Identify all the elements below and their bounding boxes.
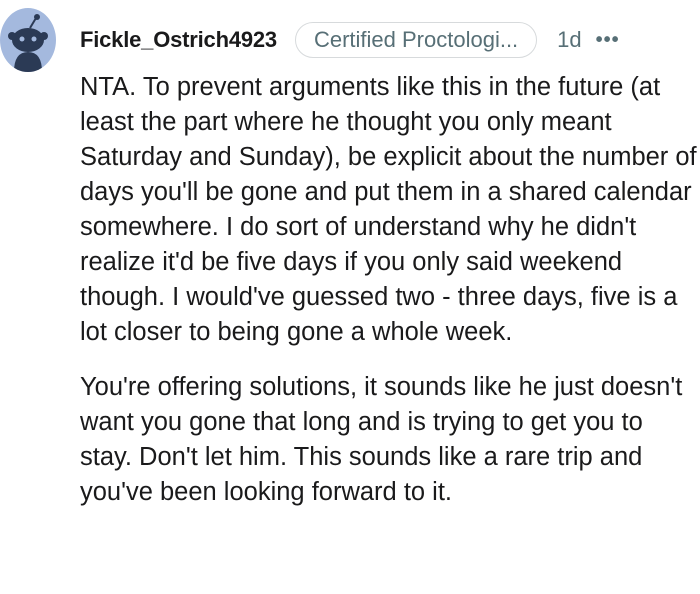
comment-body: NTA. To prevent arguments like this in t… xyxy=(80,70,698,510)
username-link[interactable]: Fickle_Ostrich4923 xyxy=(80,27,277,53)
reddit-snoo-avatar-icon xyxy=(8,14,48,72)
more-options-icon[interactable]: ••• xyxy=(596,29,620,52)
comment-paragraph-1: NTA. To prevent arguments like this in t… xyxy=(80,73,697,346)
comment-paragraph-2: You're offering solutions, it sounds lik… xyxy=(80,373,683,506)
comment-header: Fickle_Ostrich4923 Certified Proctologi.… xyxy=(80,22,620,58)
comment-timestamp[interactable]: 1d xyxy=(557,27,581,53)
user-avatar[interactable] xyxy=(0,8,56,72)
user-flair-badge: Certified Proctologi... xyxy=(294,22,538,58)
